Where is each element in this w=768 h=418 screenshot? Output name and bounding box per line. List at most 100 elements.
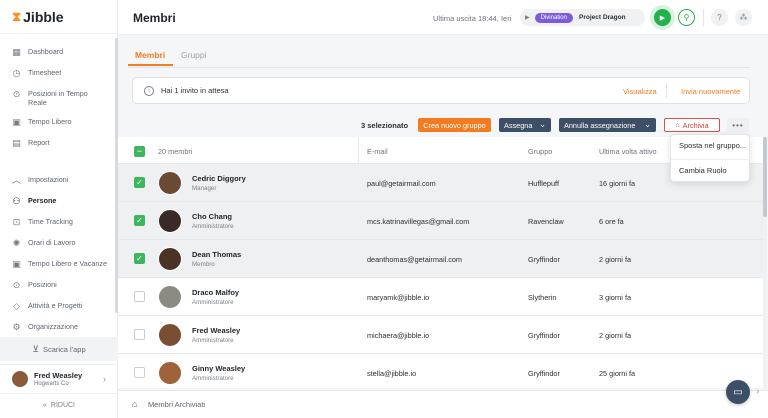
members-table: − 20 membri E-mail Gruppo Ultima volta a…	[118, 137, 763, 388]
download-label: Scarica l'app	[42, 344, 86, 354]
table-scrollbar[interactable]	[763, 137, 767, 388]
member-email: maryamk@jibble.io	[367, 293, 430, 302]
nav-gap	[0, 154, 117, 170]
column-header-group[interactable]: Gruppo	[528, 147, 552, 156]
help-button[interactable]: ?	[711, 9, 728, 26]
logo[interactable]: ⧗ Jibble	[0, 0, 117, 34]
member-last-active: 25 giorni fa	[599, 369, 636, 378]
question-icon: ?	[717, 13, 722, 22]
table-row[interactable]: ✓ Cho Chang Amministratore mcs.katrinavi…	[118, 202, 763, 240]
table-row[interactable]: Ginny Weasley Amministratore stella@jibb…	[118, 354, 763, 388]
project-name: Project Dragon	[578, 14, 626, 21]
sidebar-item-label: Persone	[28, 196, 57, 205]
check-icon: ✓	[136, 177, 143, 187]
sidebar-nav: ▦ Dashboard ◷ Timesheet ⊙ Posizioni in Temp…	[0, 34, 117, 338]
menu-item-change-role[interactable]: Cambia Ruolo	[679, 166, 727, 175]
member-name[interactable]: Ginny Weasley	[192, 364, 245, 373]
row-checkbox[interactable]: ✓	[134, 177, 145, 188]
member-email: mcs.katrinavillegas@gmail.com	[367, 217, 470, 226]
person-icon: ⚲	[683, 13, 690, 22]
sidebar-item-label: Posizioni	[28, 280, 57, 289]
select-all-checkbox[interactable]: −	[134, 146, 145, 157]
menu-divider	[671, 159, 751, 160]
sidebar-item-time-tracking[interactable]: ⊡ Time Tracking	[0, 212, 117, 233]
member-group: Gryffindor	[528, 369, 560, 378]
resend-invite-link[interactable]: Invia nuovamente	[681, 87, 740, 96]
table-scrollbar-thumb[interactable]	[763, 137, 767, 217]
view-invites-link[interactable]: Visualizza	[623, 87, 657, 96]
archive-button[interactable]: ⌂ Archivia	[664, 118, 720, 132]
member-email: stella@jibble.io	[367, 369, 417, 378]
row-checkbox[interactable]	[134, 329, 145, 340]
check-icon: ✓	[136, 253, 143, 263]
clock-in-user-button[interactable]: ⚲	[678, 9, 695, 26]
activity-tag: Divination	[534, 12, 573, 23]
member-name[interactable]: Fred Weasley	[192, 326, 240, 335]
time-tracking-icon: ⊡	[12, 217, 21, 227]
row-checkbox[interactable]: ✓	[134, 253, 145, 264]
member-email: michaera@jibble.io	[367, 331, 430, 340]
activity-button[interactable]: ⁂	[735, 9, 752, 26]
last-exit-text: Ultima uscita 18:44, Ieri	[433, 14, 512, 23]
table-row[interactable]: ✓ Dean Thomas Membro deanthomas@getairma…	[118, 240, 763, 278]
member-name[interactable]: Cedric Diggory	[192, 174, 246, 183]
member-name[interactable]: Dean Thomas	[192, 250, 241, 259]
sidebar-item-report[interactable]: ▤ Report	[0, 133, 117, 154]
row-checkbox[interactable]	[134, 291, 145, 302]
sidebar-item-work-schedules[interactable]: ✺ Orari di Lavoro	[0, 233, 117, 254]
sidebar-item-time-off-holidays[interactable]: ▣ Tempo Libero e Vacanze	[0, 254, 117, 275]
page-title: Membri	[133, 11, 176, 25]
chevron-up-icon: ︿	[11, 175, 21, 185]
member-name[interactable]: Cho Chang	[192, 212, 232, 221]
table-row[interactable]: Fred Weasley Amministratore michaera@jib…	[118, 316, 763, 354]
sidebar-item-label: Posizioni in Tempo Reale	[28, 89, 88, 107]
archive-icon: ⌂	[675, 121, 680, 129]
sidebar-item-label: Orari di Lavoro	[28, 238, 76, 247]
table-row[interactable]: ✓ Cedric Diggory Manager paul@getairmail…	[118, 164, 763, 202]
row-checkbox[interactable]	[134, 367, 145, 378]
chevron-right-icon[interactable]: ›	[756, 386, 759, 397]
create-group-button[interactable]: Crea nuovo gruppo	[418, 118, 491, 132]
selected-count: 3 selezionato	[361, 121, 409, 130]
column-header-email[interactable]: E-mail	[367, 147, 388, 156]
row-checkbox[interactable]: ✓	[134, 215, 145, 226]
topbar: Membri Ultima uscita 18:44, Ieri ▶ Divin…	[118, 0, 768, 35]
sidebar-item-live-locations[interactable]: ⊙ Posizioni in Tempo Reale	[0, 84, 117, 112]
member-name[interactable]: Draco Malfoy	[192, 288, 239, 297]
archived-members-bar[interactable]: ⌂ Membri Archiviati	[118, 390, 768, 418]
suitcase-icon: ▣	[12, 117, 21, 127]
column-header-members[interactable]: 20 membri	[158, 147, 192, 156]
assign-button[interactable]: Assegna ⌄	[499, 118, 551, 132]
sidebar-item-people[interactable]: ⚇ Persone	[0, 191, 117, 212]
more-actions-button[interactable]: •••	[727, 118, 749, 132]
sidebar-item-dashboard[interactable]: ▦ Dashboard	[0, 42, 117, 63]
tab-groups[interactable]: Gruppi	[181, 50, 207, 60]
report-icon: ▤	[12, 138, 21, 148]
member-group: Ravenclaw	[528, 217, 564, 226]
sidebar-item-timesheet[interactable]: ◷ Timesheet	[0, 63, 117, 84]
sidebar-item-organization[interactable]: ⚙ Organizzazione	[0, 317, 117, 338]
collapse-sidebar-button[interactable]: « RIDUCI	[0, 397, 118, 413]
project-selector[interactable]: ▶ Divination Project Dragon	[520, 9, 645, 26]
sidebar-item-label: Tempo Libero e Vacanze	[28, 259, 107, 268]
member-last-active: 2 giorni fa	[599, 331, 632, 340]
active-tab-indicator	[128, 64, 173, 66]
member-group: Hufflepuff	[528, 179, 559, 188]
unassign-button[interactable]: Annulla assegnazione ⌄	[559, 118, 656, 132]
sidebar-item-activities-projects[interactable]: ◇ Attività e Progetti	[0, 296, 117, 317]
menu-item-move-to-group[interactable]: Sposta nel gruppo...	[679, 141, 746, 150]
start-timer-button[interactable]: ▶	[654, 9, 671, 26]
sidebar-item-label: Tempo Libero	[28, 117, 72, 126]
sidebar-item-settings[interactable]: ︿ Impostazioni	[0, 170, 117, 191]
column-header-last-active[interactable]: Ultima volta attivo	[599, 147, 657, 156]
pending-invite-banner: i Hai 1 invito in attesa Visualizza Invi…	[132, 77, 750, 104]
chat-support-button[interactable]: ▭	[726, 380, 750, 404]
member-group: Gryffindor	[528, 331, 560, 340]
user-profile[interactable]: Fred Weasley Hogwarts Co ›	[0, 364, 118, 394]
table-row[interactable]: Draco Malfoy Amministratore maryamk@jibb…	[118, 278, 763, 316]
assign-label: Assegna	[504, 120, 533, 130]
download-app-button[interactable]: ⊻ Scarica l'app	[0, 337, 118, 361]
sidebar-item-locations[interactable]: ⊙ Posizioni	[0, 275, 117, 296]
tab-members[interactable]: Membri	[135, 50, 165, 60]
sidebar-item-time-off[interactable]: ▣ Tempo Libero	[0, 112, 117, 133]
